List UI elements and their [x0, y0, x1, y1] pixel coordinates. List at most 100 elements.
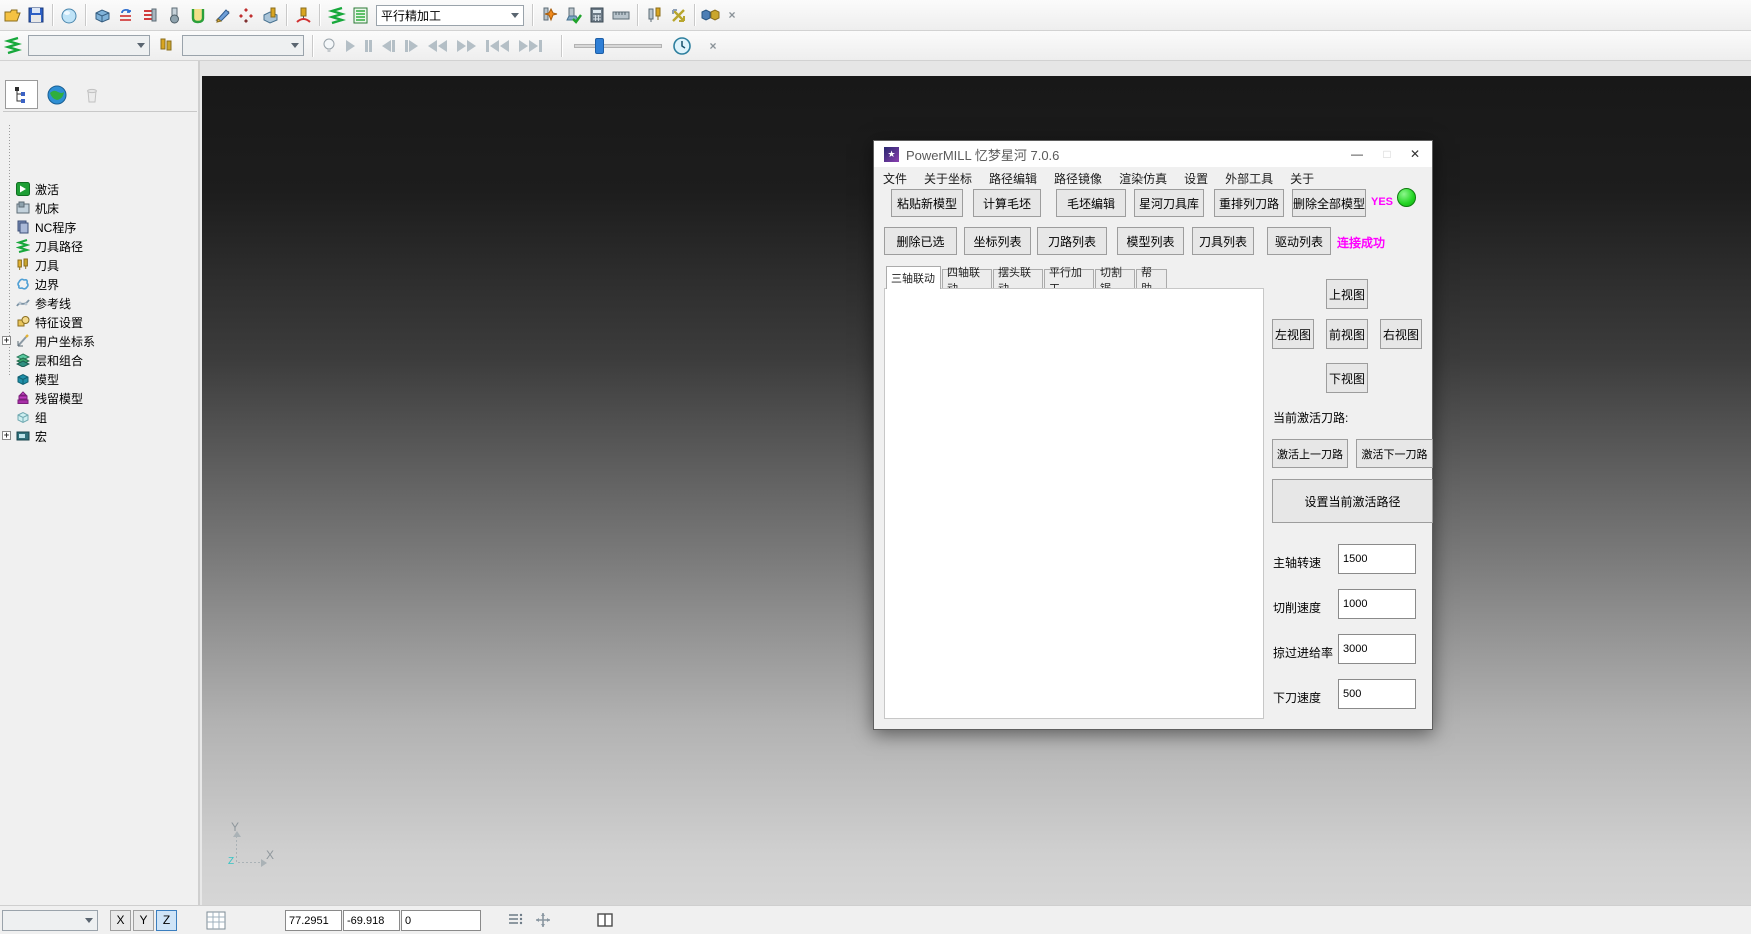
- calculator-icon[interactable]: [585, 3, 609, 27]
- expand-icon[interactable]: +: [2, 431, 11, 440]
- activate-prev-button[interactable]: 激活上一刀路: [1272, 439, 1348, 468]
- tree-item-feature-sets[interactable]: 特征设置: [15, 313, 83, 331]
- view-front-button[interactable]: 前视图: [1326, 319, 1368, 349]
- menu-file[interactable]: 文件: [883, 170, 907, 187]
- step-forward-button[interactable]: [405, 40, 418, 52]
- axis-y-button[interactable]: Y: [133, 910, 154, 931]
- drive-list-button[interactable]: 驱动列表: [1267, 227, 1331, 255]
- menu-path-mirror[interactable]: 路径镜像: [1054, 170, 1102, 187]
- tree-item-models[interactable]: 模型: [15, 370, 59, 388]
- tree-item-nc-program[interactable]: NC程序: [15, 218, 76, 236]
- block-edit-button[interactable]: 毛坯编辑: [1056, 189, 1126, 217]
- save-icon[interactable]: [24, 3, 48, 27]
- rearrange-toolpaths-button[interactable]: 重排列刀路: [1214, 189, 1284, 217]
- tree-item-activate[interactable]: 激活: [15, 180, 59, 198]
- plunge-speed-input[interactable]: [1338, 679, 1416, 709]
- spindle-speed-input[interactable]: [1338, 544, 1416, 574]
- u-channel-icon[interactable]: [186, 3, 210, 27]
- z-heights-icon[interactable]: [138, 3, 162, 27]
- ball-tool-icon[interactable]: [162, 3, 186, 27]
- explorer-tree-tab[interactable]: [5, 80, 38, 109]
- menu-about[interactable]: 关于: [1290, 170, 1314, 187]
- coord-z-input[interactable]: [401, 910, 481, 931]
- tab-3axis[interactable]: 三轴联动: [886, 266, 941, 289]
- pause-button[interactable]: [365, 40, 372, 52]
- toolbar-close-icon[interactable]: ×: [704, 39, 722, 53]
- strategy-dropdown[interactable]: 平行精加工: [376, 5, 524, 26]
- expand-icon[interactable]: +: [2, 336, 11, 345]
- minimize-button[interactable]: —: [1342, 141, 1372, 167]
- go-end-button[interactable]: [519, 40, 542, 52]
- cube-pair-icon[interactable]: [699, 3, 723, 27]
- coord-list-button[interactable]: 坐标列表: [964, 227, 1031, 255]
- split-pane-icon[interactable]: [596, 911, 614, 932]
- lamp-icon[interactable]: [317, 34, 341, 58]
- axis-z-button[interactable]: Z: [156, 910, 177, 931]
- trash-tab[interactable]: [75, 80, 108, 109]
- tree-item-macros[interactable]: + 宏: [15, 427, 47, 445]
- strategy-list-icon[interactable]: [348, 3, 372, 27]
- tree-item-tools[interactable]: 刀具: [15, 256, 59, 274]
- go-start-button[interactable]: [486, 40, 509, 52]
- powermill-toolpath-icon[interactable]: [324, 3, 348, 27]
- view-bottom-button[interactable]: 下视图: [1326, 363, 1368, 393]
- clock-icon[interactable]: [670, 34, 694, 58]
- tree-item-groups[interactable]: 组: [15, 408, 47, 426]
- rewind-button[interactable]: [428, 40, 447, 52]
- view-top-button[interactable]: 上视图: [1326, 279, 1368, 309]
- star-tool-icon[interactable]: [537, 3, 561, 27]
- model-list-button[interactable]: 模型列表: [1117, 227, 1184, 255]
- delete-selected-button[interactable]: 删除已选: [884, 227, 957, 255]
- tree-item-boundaries[interactable]: 边界: [15, 275, 59, 293]
- toolbar-close-icon[interactable]: ×: [723, 8, 741, 22]
- menu-coords[interactable]: 关于坐标: [924, 170, 972, 187]
- axis-x-button[interactable]: X: [110, 910, 131, 931]
- set-active-path-button[interactable]: 设置当前激活路径: [1272, 479, 1433, 523]
- tab-saw[interactable]: 切割锯: [1095, 269, 1135, 289]
- tool-list-button[interactable]: 刀具列表: [1192, 227, 1254, 255]
- tab-help[interactable]: 帮助: [1136, 269, 1167, 289]
- block-icon[interactable]: [90, 3, 114, 27]
- activate-next-button[interactable]: 激活下一刀路: [1356, 439, 1433, 468]
- tree-item-toolpaths[interactable]: 刀具路径: [15, 237, 83, 255]
- move-axes-icon[interactable]: [533, 911, 553, 933]
- speed-slider[interactable]: [574, 44, 662, 48]
- tree-item-machine[interactable]: 机床: [15, 199, 59, 217]
- tree-item-patterns[interactable]: 参考线: [15, 294, 71, 312]
- skim-feed-input[interactable]: [1338, 634, 1416, 664]
- menu-path-edit[interactable]: 路径编辑: [989, 170, 1037, 187]
- pencil-curve-icon[interactable]: [210, 3, 234, 27]
- sim-toolpath-dropdown[interactable]: [28, 35, 150, 56]
- view-left-button[interactable]: 左视图: [1272, 319, 1314, 349]
- tab-4axis[interactable]: 四轴联动: [942, 269, 992, 289]
- world-tab[interactable]: [40, 80, 73, 109]
- step-back-button[interactable]: [382, 40, 395, 52]
- toolpath-list-button[interactable]: 刀路列表: [1037, 227, 1107, 255]
- tool-block-icon[interactable]: [258, 3, 282, 27]
- statusbar-dropdown[interactable]: [2, 910, 98, 931]
- tree-item-levels-sets[interactable]: 层和组合: [15, 351, 83, 369]
- tool-library-button[interactable]: 星河刀具库: [1134, 189, 1204, 217]
- coord-x-input[interactable]: [285, 910, 342, 931]
- sim-tool-dropdown[interactable]: [182, 35, 304, 56]
- menu-external-tools[interactable]: 外部工具: [1225, 170, 1273, 187]
- diamond-points-icon[interactable]: [234, 3, 258, 27]
- tree-item-workplanes[interactable]: + 用户坐标系: [15, 332, 95, 350]
- maximize-button[interactable]: □: [1372, 141, 1402, 167]
- calc-block-button[interactable]: 计算毛坯: [973, 189, 1041, 217]
- tab-parallel[interactable]: 平行加工: [1044, 269, 1094, 289]
- play-button[interactable]: [346, 40, 355, 52]
- fast-forward-button[interactable]: [457, 40, 476, 52]
- speed-slider-handle[interactable]: [595, 38, 604, 54]
- cross-arrows-icon[interactable]: [666, 3, 690, 27]
- close-button[interactable]: ✕: [1400, 141, 1430, 167]
- coord-y-input[interactable]: [343, 910, 400, 931]
- ruler-icon[interactable]: [609, 3, 633, 27]
- view-right-button[interactable]: 右视图: [1380, 319, 1422, 349]
- menu-settings[interactable]: 设置: [1184, 170, 1208, 187]
- delete-all-models-button[interactable]: 删除全部模型: [1292, 189, 1366, 217]
- cutting-speed-input[interactable]: [1338, 589, 1416, 619]
- menu-render-sim[interactable]: 渲染仿真: [1119, 170, 1167, 187]
- folder-open-icon[interactable]: [0, 3, 24, 27]
- tool-holder-icon[interactable]: [291, 3, 315, 27]
